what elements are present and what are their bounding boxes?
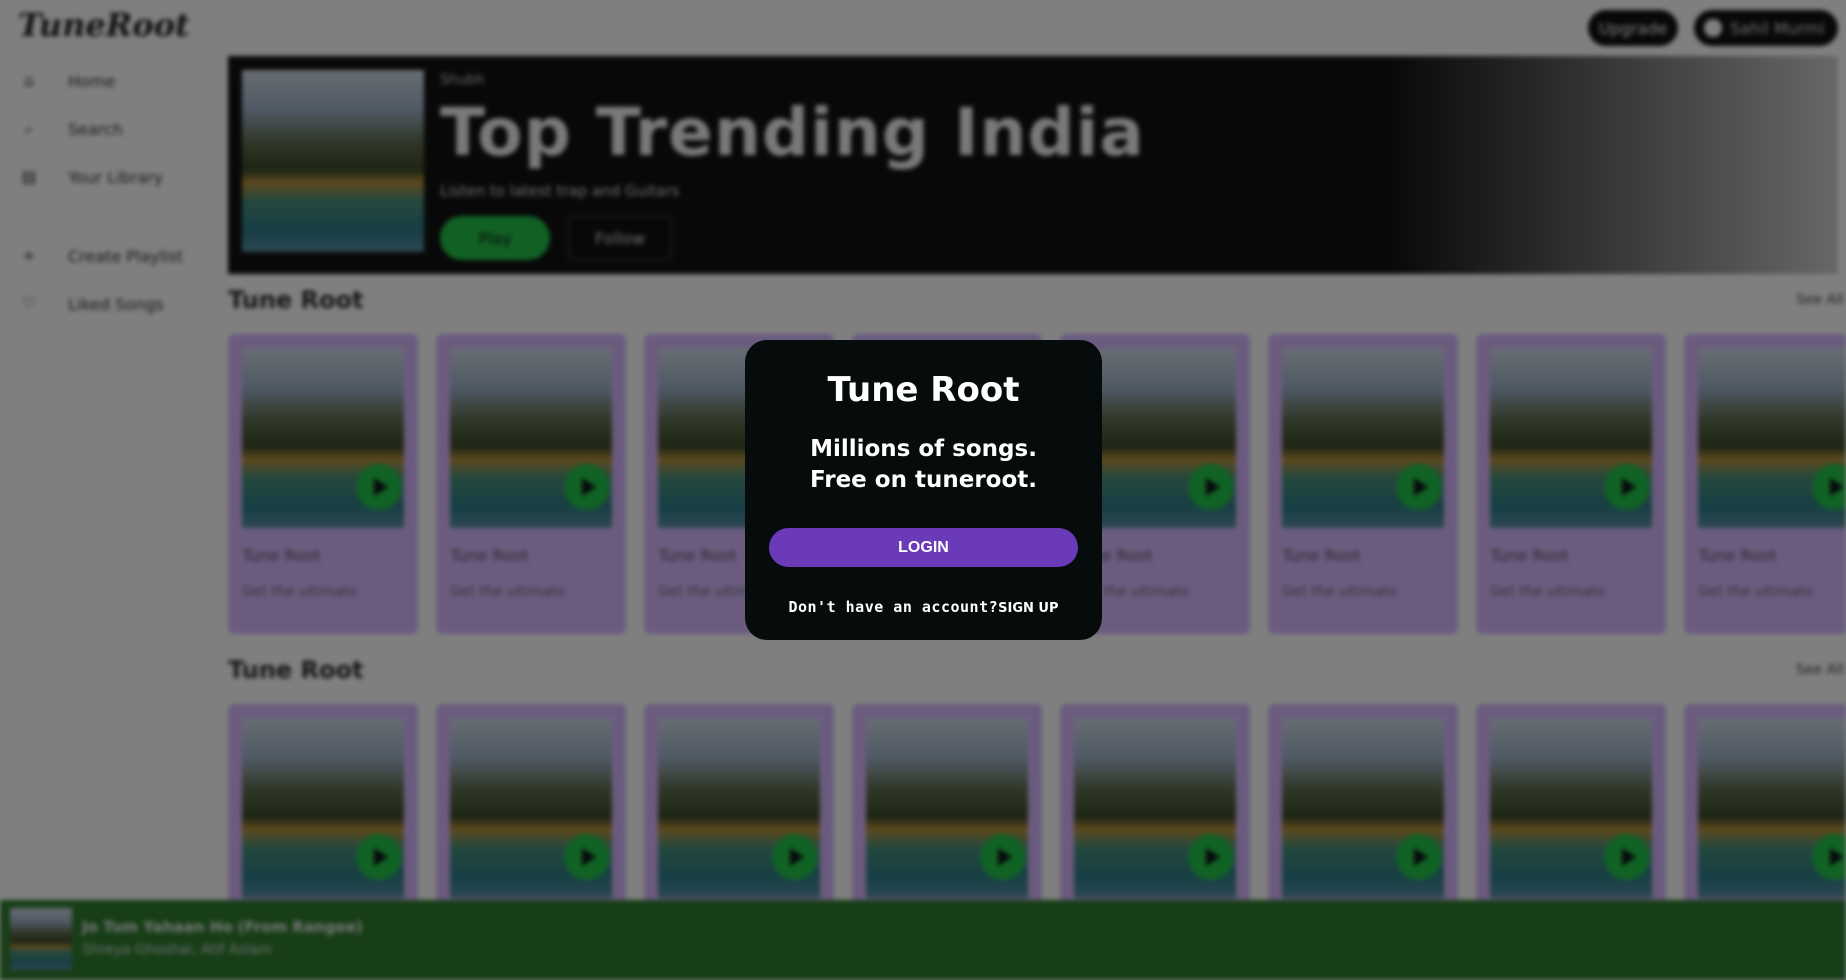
signup-prompt-line: Don't have an account? SIGN UP (745, 598, 1102, 616)
login-modal: Tune Root Millions of songs. Free on tun… (745, 340, 1102, 640)
modal-title: Tune Root (827, 370, 1020, 410)
modal-tagline-line2: Free on tuneroot. (810, 467, 1037, 493)
signup-prompt-text: Don't have an account? (788, 598, 999, 616)
signup-link[interactable]: SIGN UP (998, 601, 1058, 616)
login-button[interactable]: LOGIN (769, 528, 1078, 567)
modal-tagline-line1: Millions of songs. (810, 436, 1037, 462)
modal-tagline: Millions of songs. Free on tuneroot. (745, 434, 1102, 496)
